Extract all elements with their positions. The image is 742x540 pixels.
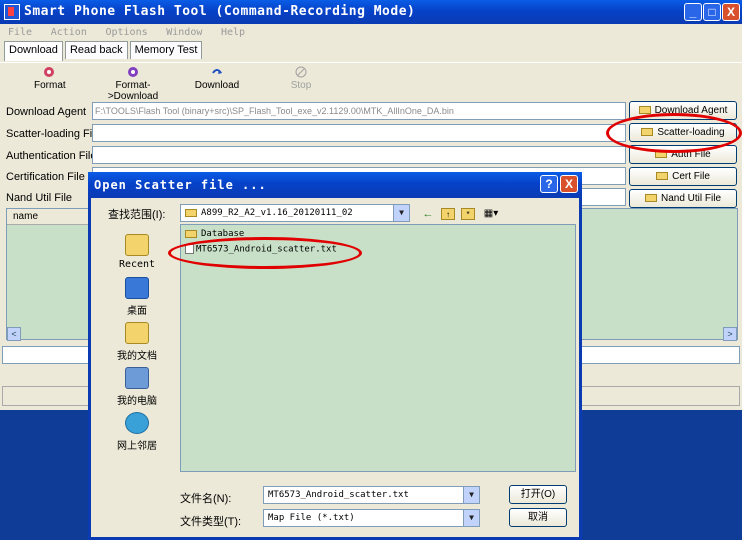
recent-folder-icon [125,234,149,256]
menu-window[interactable]: Window [166,24,202,41]
menu-options[interactable]: Options [105,24,147,41]
dialog-title-bar[interactable]: Open Scatter file ... ? X [88,172,582,198]
stop-button[interactable]: Stop [286,66,316,91]
maximize-button[interactable]: □ [703,3,721,21]
my-documents-icon [125,322,149,344]
authentication-file-label: Authentication File [6,150,97,162]
cancel-button[interactable]: 取消 [509,508,567,527]
scroll-left-button[interactable]: < [7,327,21,341]
cert-file-button-label: Cert File [672,171,710,182]
dialog-close-button[interactable]: X [560,175,578,193]
menu-bar: File Action Options Window Help [0,24,742,41]
download-button[interactable]: Download [193,66,241,91]
nand-util-file-button[interactable]: Nand Util File [629,189,737,208]
app-icon [4,4,20,20]
stop-label: Stop [290,80,312,91]
place-network-label: 网上邻居 [117,441,157,452]
filetype-value: Map File (*.txt) [268,513,355,523]
desktop-icon [125,277,149,299]
format-label: Format [34,80,66,91]
tab-memory-test[interactable]: Memory Test [129,41,203,59]
folder-icon [644,194,657,203]
dialog-title: Open Scatter file ... [94,178,267,192]
format-icon [44,67,54,77]
format-download-icon [128,67,138,77]
highlight-oval-scatter-file [168,237,362,269]
new-folder-icon[interactable]: * [461,208,475,220]
folder-icon [656,172,669,181]
menu-action[interactable]: Action [51,24,87,41]
back-icon[interactable]: ← [421,208,435,220]
my-computer-icon [125,367,149,389]
scroll-right-button[interactable]: > [723,327,737,341]
download-icon [212,69,222,74]
menu-file[interactable]: File [8,24,32,41]
look-in-label: 查找范围(I): [108,209,166,221]
look-in-combo[interactable]: A899_R2_A2_v1.16_20120111_02 ▼ [180,204,410,222]
toolbar: Format Format->Download Download Stop [0,62,742,102]
filetype-select[interactable]: Map File (*.txt) ▼ [263,509,480,527]
up-folder-icon[interactable]: ↑ [441,208,455,220]
help-button[interactable]: ? [540,175,558,193]
folder-icon [185,208,197,217]
certification-file-label: Certification File [6,171,85,183]
place-desktop[interactable]: 桌面 [111,277,163,317]
cert-file-button[interactable]: Cert File [629,167,737,186]
scatter-loading-label: Scatter-loading File [6,128,101,140]
menu-help[interactable]: Help [221,24,245,41]
place-my-computer[interactable]: 我的电脑 [111,367,163,407]
scatter-loading-field[interactable] [92,124,626,142]
window-title: Smart Phone Flash Tool (Command-Recordin… [24,4,416,19]
tab-download[interactable]: Download [4,41,63,61]
open-button[interactable]: 打开(O) [509,485,567,504]
open-scatter-dialog: Open Scatter file ... ? X 查找范围(I): A899_… [88,172,582,540]
title-bar[interactable]: Smart Phone Flash Tool (Command-Recordin… [0,0,742,24]
filename-value: MT6573_Android_scatter.txt [268,490,409,500]
tab-strip: Download Read back Memory Test [4,41,203,61]
folder-icon [638,106,651,115]
list-header-name[interactable]: name [7,209,97,225]
minimize-button[interactable]: _ [684,3,702,21]
format-download-label: Format->Download [107,80,159,102]
format-button[interactable]: Format [34,66,66,91]
filetype-label: 文件类型(T): [180,516,242,528]
place-my-computer-label: 我的电脑 [117,396,157,407]
view-menu-icon[interactable]: ▦▾ [481,208,501,220]
nand-util-file-button-label: Nand Util File [660,193,722,204]
place-my-documents[interactable]: 我的文档 [111,322,163,362]
chevron-down-icon[interactable]: ▼ [463,510,479,526]
look-in-value: A899_R2_A2_v1.16_20120111_02 [201,208,353,218]
close-button[interactable]: X [722,3,740,21]
nand-util-file-label: Nand Util File [6,192,73,204]
network-globe-icon [125,412,149,434]
place-recent-label: Recent [118,259,156,270]
chevron-down-icon[interactable]: ▼ [393,205,409,221]
place-my-documents-label: 我的文档 [117,351,157,362]
place-recent[interactable]: Recent [111,234,163,270]
stop-icon [295,66,307,78]
folder-icon [185,229,197,238]
chevron-down-icon[interactable]: ▼ [463,487,479,503]
filename-label: 文件名(N): [180,493,232,505]
place-desktop-label: 桌面 [127,306,147,317]
place-network[interactable]: 网上邻居 [111,412,163,452]
authentication-file-field[interactable] [92,146,626,164]
filename-input[interactable]: MT6573_Android_scatter.txt ▼ [263,486,480,504]
download-agent-label: Download Agent [6,106,87,118]
tab-read-back[interactable]: Read back [64,41,128,59]
download-agent-field[interactable]: F:\TOOLS\Flash Tool (binary+src)\SP_Flas… [92,102,626,120]
highlight-oval-scatter-button [606,113,742,153]
download-label: Download [194,80,240,91]
format-download-button[interactable]: Format->Download [92,66,174,102]
